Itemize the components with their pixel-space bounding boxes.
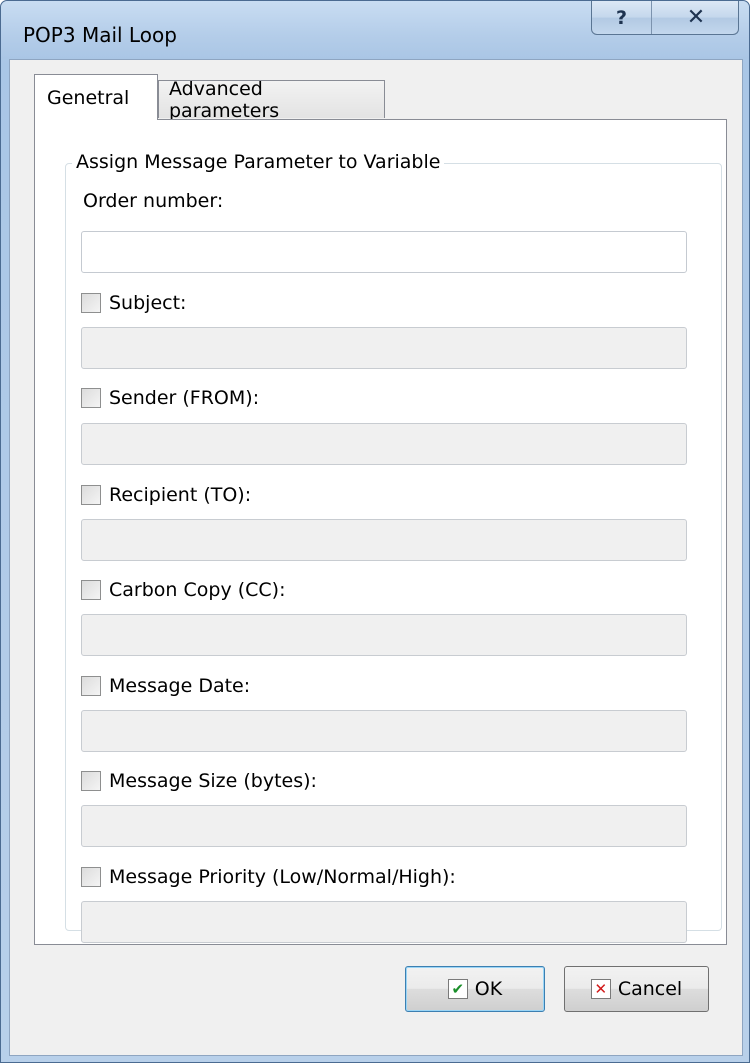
carbon-copy-checkbox-row[interactable]: Carbon Copy (CC): bbox=[81, 577, 285, 603]
sender-checkbox[interactable] bbox=[81, 388, 101, 408]
tab-general-label: Genetral bbox=[47, 86, 130, 109]
tab-advanced-label: Advanced parameters bbox=[169, 77, 280, 122]
recipient-checkbox[interactable] bbox=[81, 485, 101, 505]
message-priority-variable-input bbox=[81, 901, 687, 943]
message-date-label: Message Date: bbox=[109, 675, 251, 697]
close-button[interactable]: ✕ bbox=[653, 1, 738, 34]
title-bar[interactable]: POP3 Mail Loop ? ✕ bbox=[1, 1, 749, 59]
x-icon: ✕ bbox=[590, 979, 611, 999]
recipient-variable-input bbox=[81, 519, 687, 561]
message-size-variable-input bbox=[81, 805, 687, 847]
message-priority-checkbox-row[interactable]: Message Priority (Low/Normal/High): bbox=[81, 864, 456, 890]
sender-label: Sender (FROM): bbox=[109, 387, 260, 409]
subject-checkbox-row[interactable]: Subject: bbox=[81, 290, 186, 316]
subject-label: Subject: bbox=[109, 292, 187, 314]
sender-checkbox-row[interactable]: Sender (FROM): bbox=[81, 385, 259, 411]
message-priority-label: Message Priority (Low/Normal/High): bbox=[109, 866, 456, 888]
tab-advanced-parameters[interactable]: Advanced parameters bbox=[158, 78, 385, 122]
message-date-checkbox[interactable] bbox=[81, 676, 101, 696]
window-title: POP3 Mail Loop bbox=[23, 23, 177, 47]
ok-label: OK bbox=[474, 978, 503, 1000]
cancel-button[interactable]: ✕ Cancel bbox=[564, 966, 709, 1012]
carbon-copy-variable-input bbox=[81, 614, 687, 656]
carbon-copy-label: Carbon Copy (CC): bbox=[109, 579, 286, 601]
sender-variable-input bbox=[81, 423, 687, 465]
recipient-checkbox-row[interactable]: Recipient (TO): bbox=[81, 482, 251, 508]
carbon-copy-checkbox[interactable] bbox=[81, 580, 101, 600]
message-size-label: Message Size (bytes): bbox=[109, 770, 317, 792]
ok-button[interactable]: ✔ OK bbox=[405, 966, 545, 1012]
message-priority-checkbox[interactable] bbox=[81, 867, 101, 887]
client-area: Genetral Advanced parameters Assign Mess… bbox=[9, 59, 743, 1056]
help-button[interactable]: ? bbox=[592, 1, 652, 34]
close-icon: ✕ bbox=[686, 5, 706, 30]
check-icon: ✔ bbox=[447, 979, 468, 999]
recipient-label: Recipient (TO): bbox=[109, 484, 252, 506]
order-number-input[interactable] bbox=[81, 231, 687, 273]
message-date-variable-input bbox=[81, 710, 687, 752]
tab-general[interactable]: Genetral bbox=[34, 74, 158, 120]
message-size-checkbox-row[interactable]: Message Size (bytes): bbox=[81, 768, 317, 794]
caption-buttons: ? ✕ bbox=[591, 1, 739, 35]
message-size-checkbox[interactable] bbox=[81, 771, 101, 791]
subject-checkbox[interactable] bbox=[81, 293, 101, 313]
cancel-label: Cancel bbox=[617, 978, 683, 1000]
help-icon: ? bbox=[615, 6, 628, 29]
group-legend: Assign Message Parameter to Variable bbox=[72, 151, 445, 173]
dialog-window: POP3 Mail Loop ? ✕ Genetral Advanced par… bbox=[0, 0, 750, 1063]
order-number-label: Order number: bbox=[83, 190, 224, 212]
message-date-checkbox-row[interactable]: Message Date: bbox=[81, 673, 250, 699]
subject-variable-input bbox=[81, 327, 687, 369]
tab-panel-general: Assign Message Parameter to Variable Ord… bbox=[34, 119, 727, 945]
